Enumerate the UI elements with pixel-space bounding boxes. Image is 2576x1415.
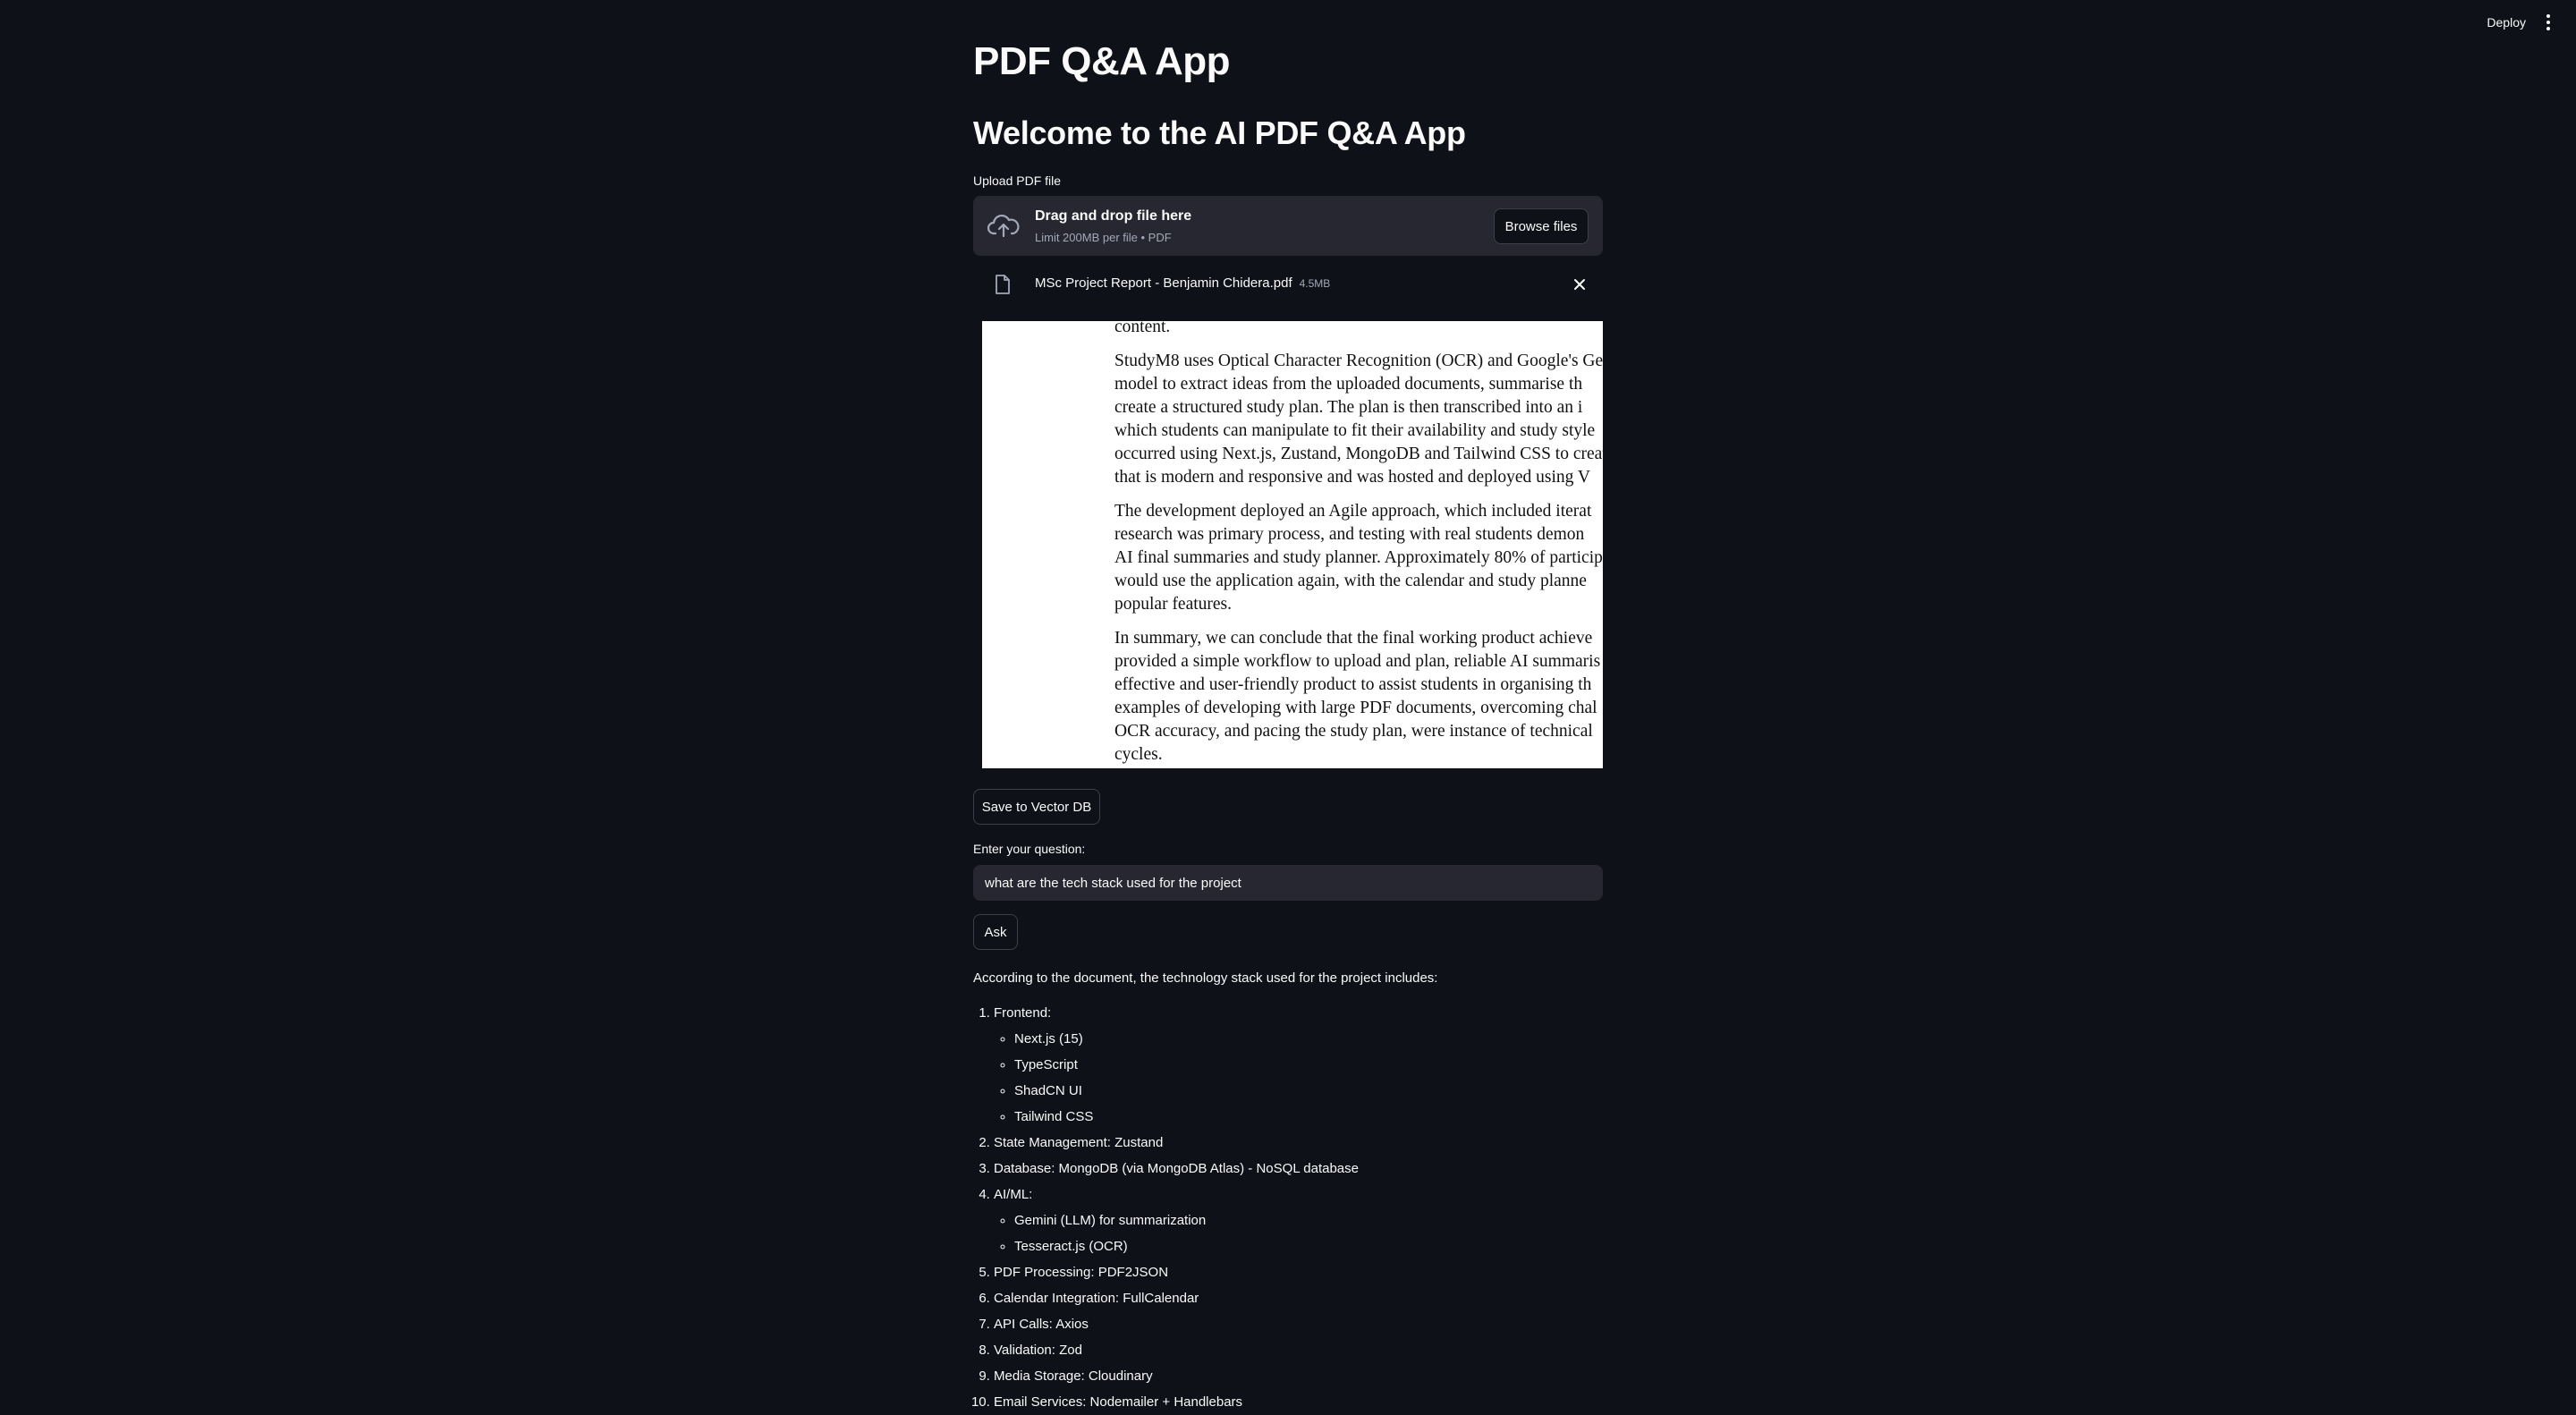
answer-subitem: Next.js (15) [1014,1026,1603,1052]
file-icon [996,275,1010,294]
pdf-line: provided a simple workflow to upload and… [1114,652,1601,671]
pdf-line: cycles. [1114,745,1163,764]
answer-sublist: Gemini (LLM) for summarizationTesseract.… [994,1207,1603,1259]
answer-item-text: State Management: Zustand [994,1135,1164,1150]
deploy-button[interactable]: Deploy [2487,15,2526,30]
pdf-line: occurred using Next.js, Zustand, MongoDB… [1114,445,1603,463]
question-label: Enter your question: [973,842,1086,856]
answer-item-text: AI/ML: [994,1187,1033,1202]
answer-item-text: API Calls: Axios [994,1317,1089,1332]
pdf-line: model to extract ideas from the uploaded… [1114,375,1583,394]
welcome-heading: Welcome to the AI PDF Q&A App [973,114,1466,151]
upload-label: Upload PDF file [973,174,1062,188]
top-toolbar: Deploy [2487,0,2576,45]
answer-intro: According to the document, the technolog… [973,970,1438,986]
pdf-line: StudyM8 uses Optical Character Recogniti… [1114,352,1603,370]
remove-file-close-icon[interactable] [1571,275,1589,293]
answer-subitem: Tesseract.js (OCR) [1014,1233,1603,1259]
pdf-paragraph: StudyM8 uses Optical Character Recogniti… [1114,350,1603,489]
pdf-line: research was primary process, and testin… [1114,525,1585,544]
answer-item-text: Media Storage: Cloudinary [994,1368,1153,1384]
browse-files-button[interactable]: Browse files [1494,208,1589,244]
answer-list-item: Validation: Zod [994,1337,1603,1363]
pdf-line: The development deployed an Agile approa… [1114,502,1592,521]
pdf-line: OCR accuracy, and pacing the study plan,… [1114,722,1593,741]
answer-item-text: Database: MongoDB (via MongoDB Atlas) - … [994,1161,1359,1176]
uploaded-file-name: MSc Project Report - Benjamin Chidera.pd… [1035,275,1330,291]
answer-item-text: Calendar Integration: FullCalendar [994,1291,1199,1306]
pdf-paragraph: content. [1114,321,1603,339]
answer-item-text: Frontend: [994,1005,1052,1021]
pdf-line: effective and user-friendly product to a… [1114,675,1592,694]
app-title: PDF Q&A App [973,39,1231,83]
answer-sublist: Next.js (15)TypeScriptShadCN UITailwind … [994,1026,1603,1130]
answer-item-text: PDF Processing: PDF2JSON [994,1265,1169,1280]
pdf-line: which students can manipulate to fit the… [1114,421,1596,440]
ask-button[interactable]: Ask [973,914,1018,950]
pdf-line: popular features. [1114,595,1233,614]
answer-list-item: PDF Processing: PDF2JSON [994,1259,1603,1285]
pdf-line: content. [1114,321,1171,336]
file-name-text: MSc Project Report - Benjamin Chidera.pd… [1035,275,1292,291]
pdf-line: In summary, we can conclude that the fin… [1114,629,1593,648]
pdf-line: would use the application again, with th… [1114,572,1587,590]
answer-subitem: ShadCN UI [1014,1078,1603,1104]
question-input[interactable] [973,865,1603,901]
answer-subitem: TypeScript [1014,1052,1603,1078]
file-size: 4.5MB [1299,277,1331,290]
answer-list-item: Email Services: Nodemailer + Handlebars [994,1389,1603,1415]
answer-subitem: Tailwind CSS [1014,1104,1603,1130]
answer-output: According to the document, the technolog… [973,965,1603,1415]
file-dropzone[interactable]: Drag and drop file here Limit 200MB per … [973,196,1603,256]
dropzone-title: Drag and drop file here [1035,208,1192,224]
pdf-preview[interactable]: content. StudyM8 uses Optical Character R… [982,321,1603,768]
cloud-upload-icon [987,214,1020,238]
answer-list-item: Media Storage: Cloudinary [994,1363,1603,1389]
kebab-menu-icon[interactable] [2546,14,2551,30]
pdf-line: AI final summaries and study planner. Ap… [1114,548,1603,567]
pdf-paragraph: In summary, we can conclude that the fin… [1114,627,1603,767]
dropzone-subtitle: Limit 200MB per file • PDF [1035,231,1172,244]
answer-item-text: Email Services: Nodemailer + Handlebars [994,1394,1243,1410]
answer-list-item: AI/ML: Gemini (LLM) for summarizationTess… [994,1182,1603,1259]
answer-list: Frontend: Next.js (15)TypeScriptShadCN UI… [973,1000,1603,1415]
answer-item-text: Validation: Zod [994,1343,1082,1358]
answer-list-item: Calendar Integration: FullCalendar [994,1285,1603,1311]
pdf-paragraph: The development deployed an Agile approa… [1114,500,1603,616]
uploaded-file-row: MSc Project Report - Benjamin Chidera.pd… [973,268,1603,301]
answer-subitem: Gemini (LLM) for summarization [1014,1207,1603,1233]
answer-list-item: API Calls: Axios [994,1311,1603,1337]
pdf-line: examples of developing with large PDF do… [1114,699,1597,717]
answer-list-item: Frontend: Next.js (15)TypeScriptShadCN UI… [994,1000,1603,1130]
pdf-line: create a structured study plan. The plan… [1114,398,1583,417]
answer-list-item: Database: MongoDB (via MongoDB Atlas) - … [994,1156,1603,1182]
save-to-vector-db-button[interactable]: Save to Vector DB [973,789,1100,825]
pdf-line: that is modern and responsive and was ho… [1114,468,1591,487]
pdf-preview-text: content. StudyM8 uses Optical Character R… [1114,321,1603,768]
answer-list-item: State Management: Zustand [994,1130,1603,1156]
